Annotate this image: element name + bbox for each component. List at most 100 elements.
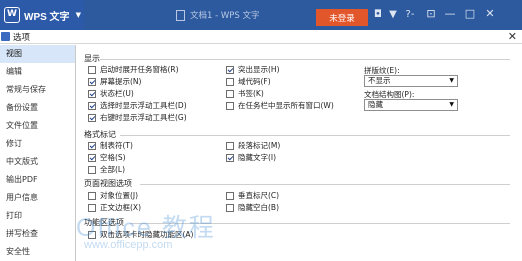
- checkbox[interactable]: [88, 141, 96, 150]
- checkbox[interactable]: [88, 113, 96, 122]
- checkbox[interactable]: [226, 191, 234, 200]
- section-heading-display: 显示: [84, 54, 100, 63]
- option-expand-task-pane[interactable]: 启动时展开任务窗格(R): [88, 64, 179, 75]
- skin-icon[interactable]: ◘: [371, 8, 385, 22]
- checkbox[interactable]: [226, 89, 234, 98]
- restore-layout-icon[interactable]: ⊡: [424, 7, 438, 21]
- option-all-marks[interactable]: 全部(L): [88, 164, 125, 175]
- options-dialog-icon: [1, 32, 10, 41]
- sidebar-item-user-info[interactable]: 用户信息: [0, 189, 75, 207]
- option-hide-whitespace[interactable]: 隐藏空白(B): [226, 202, 279, 213]
- option-label: 段落标记(M): [238, 141, 281, 150]
- option-spaces[interactable]: 空格(S): [88, 152, 126, 163]
- option-float-toolbar-select[interactable]: 选择时显示浮动工具栏(D): [88, 100, 187, 111]
- section-heading-page-view: 页面视图选项: [84, 179, 132, 188]
- option-label: 启动时展开任务窗格(R): [100, 65, 179, 74]
- option-float-toolbar-rightclick[interactable]: 右键时显示浮动工具栏(G): [88, 112, 187, 123]
- dialog-header: 选项 ✕: [0, 30, 522, 44]
- texture-select-value: 不显示: [368, 76, 391, 85]
- checkbox[interactable]: [226, 203, 234, 212]
- option-vertical-ruler[interactable]: 垂直标尺(C): [226, 190, 279, 201]
- title-bar: WPS 文字 ▼ 文档1 - WPS 文字 未登录 ◘ ▼ ?- ⊡ — □ ✕: [0, 0, 522, 30]
- options-sidebar: 视图 编辑 常规与保存 备份设置 文件位置 修订 中文版式 输出PDF 用户信息…: [0, 45, 76, 261]
- option-tab-chars[interactable]: 制表符(T): [88, 140, 133, 151]
- option-screen-tips[interactable]: 屏幕提示(N): [88, 76, 141, 87]
- dropdown-arrow-icon: ▼: [449, 101, 454, 108]
- option-field-codes[interactable]: 域代码(F): [226, 76, 271, 87]
- section-heading-ribbon: 功能区选项: [84, 218, 124, 227]
- sidebar-item-revision[interactable]: 修订: [0, 135, 75, 153]
- option-status-bar[interactable]: 状态栏(U): [88, 88, 134, 99]
- sidebar-item-file-location[interactable]: 文件位置: [0, 117, 75, 135]
- document-title: 文档1 - WPS 文字: [176, 0, 260, 30]
- login-button[interactable]: 未登录: [316, 9, 368, 26]
- section-divider: [100, 59, 510, 60]
- section-divider: [130, 223, 510, 224]
- option-bookmarks[interactable]: 书签(K): [226, 88, 264, 99]
- section-divider: [120, 135, 510, 136]
- chevron-down-icon: ▼: [75, 11, 81, 19]
- maximize-button[interactable]: □: [463, 7, 477, 21]
- dialog-title: 选项: [13, 33, 31, 43]
- checkbox[interactable]: [88, 203, 96, 212]
- option-label: 选择时显示浮动工具栏(D): [100, 101, 187, 110]
- option-hidden-text[interactable]: 隐藏文字(I): [226, 152, 276, 163]
- option-label: 在任务栏中显示所有窗口(W): [238, 101, 334, 110]
- option-label: 垂直标尺(C): [238, 191, 280, 200]
- texture-select[interactable]: 不显示 ▼: [364, 75, 458, 87]
- checkbox[interactable]: [226, 77, 234, 86]
- checkbox[interactable]: [88, 101, 96, 110]
- app-name: WPS 文字: [24, 11, 70, 23]
- sidebar-item-general-save[interactable]: 常规与保存: [0, 81, 75, 99]
- checkbox[interactable]: [226, 153, 234, 162]
- checkbox[interactable]: [88, 153, 96, 162]
- sidebar-item-spellcheck[interactable]: 拼写检查: [0, 225, 75, 243]
- option-label: 隐藏文字(I): [238, 153, 277, 162]
- doc-map-select[interactable]: 隐藏 ▼: [364, 99, 458, 111]
- sidebar-item-export-pdf[interactable]: 输出PDF: [0, 171, 75, 189]
- help-icon[interactable]: ?-: [401, 8, 419, 22]
- options-panel: 显示 启动时展开任务窗格(R) 屏幕提示(N) 状态栏(U) 选择时显示浮动工具…: [84, 50, 514, 261]
- checkbox[interactable]: [88, 165, 96, 174]
- section-divider: [140, 184, 510, 185]
- checkbox[interactable]: [226, 101, 234, 110]
- option-label: 书签(K): [238, 89, 264, 98]
- checkbox[interactable]: [88, 191, 96, 200]
- option-label: 双击选项卡时隐藏功能区(A): [100, 230, 194, 239]
- section-heading-format-marks: 格式标记: [84, 130, 116, 139]
- checkbox[interactable]: [226, 141, 234, 150]
- option-label: 状态栏(U): [100, 89, 134, 98]
- option-label: 空格(S): [100, 153, 126, 162]
- app-menu-button[interactable]: WPS 文字 ▼: [0, 0, 84, 30]
- option-taskbar-windows[interactable]: 在任务栏中显示所有窗口(W): [226, 100, 334, 111]
- option-label: 屏幕提示(N): [100, 77, 142, 86]
- option-label: 对象位置(J): [100, 191, 139, 200]
- sidebar-item-print[interactable]: 打印: [0, 207, 75, 225]
- option-label: 突出显示(H): [238, 65, 280, 74]
- option-label: 全部(L): [100, 165, 126, 174]
- option-highlight[interactable]: 突出显示(H): [226, 64, 280, 75]
- sidebar-item-security[interactable]: 安全性: [0, 243, 75, 261]
- document-title-text: 文档1 - WPS 文字: [190, 11, 260, 21]
- document-icon: [176, 9, 185, 21]
- sidebar-item-edit[interactable]: 编辑: [0, 63, 75, 81]
- sidebar-item-view[interactable]: 视图: [0, 45, 75, 63]
- checkbox[interactable]: [88, 89, 96, 98]
- option-label: 域代码(F): [238, 77, 271, 86]
- option-paragraph-marks[interactable]: 段落标记(M): [226, 140, 280, 151]
- option-label: 隐藏空白(B): [238, 203, 279, 212]
- sidebar-item-backup[interactable]: 备份设置: [0, 99, 75, 117]
- option-dblclick-hide-ribbon[interactable]: 双击选项卡时隐藏功能区(A): [88, 229, 193, 240]
- minimize-button[interactable]: —: [443, 7, 457, 21]
- checkbox[interactable]: [88, 65, 96, 74]
- option-text-boundaries[interactable]: 正文边框(X): [88, 202, 141, 213]
- sidebar-item-chinese-layout[interactable]: 中文版式: [0, 153, 75, 171]
- wps-logo-icon: [4, 7, 20, 23]
- checkbox[interactable]: [88, 230, 96, 239]
- shirt-icon[interactable]: ▼: [386, 8, 400, 22]
- close-dialog-icon[interactable]: ✕: [508, 30, 517, 43]
- close-window-button[interactable]: ✕: [483, 7, 497, 21]
- option-object-position[interactable]: 对象位置(J): [88, 190, 138, 201]
- checkbox[interactable]: [226, 65, 234, 74]
- checkbox[interactable]: [88, 77, 96, 86]
